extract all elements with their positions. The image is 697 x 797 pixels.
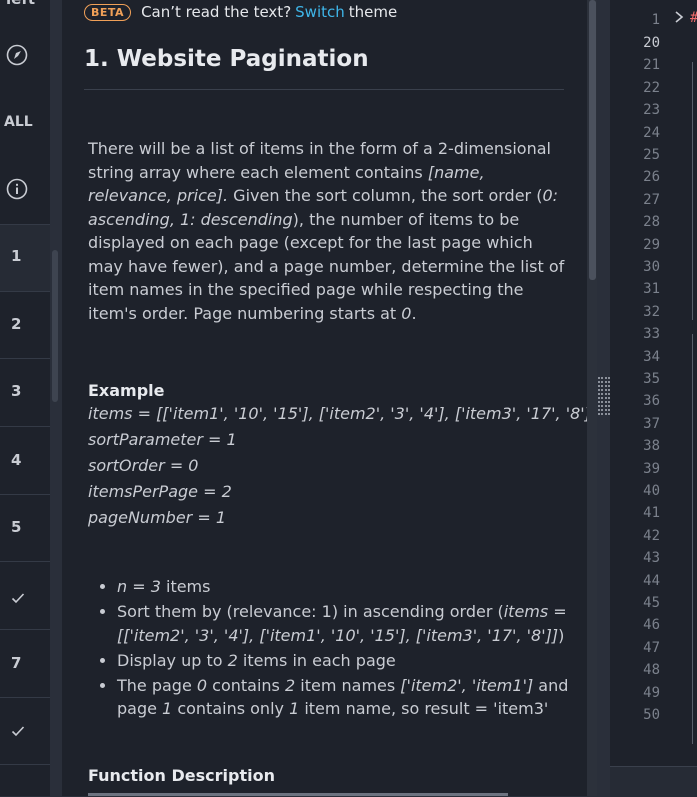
line-number: 32 (643, 303, 660, 320)
problem-statement: There will be a list of items in the for… (88, 139, 565, 323)
line-number: 42 (643, 527, 660, 544)
line-number: 27 (643, 191, 660, 208)
sidebar-divider (0, 291, 50, 292)
sidebar-divider (0, 629, 50, 630)
list-item: n = 3 items (117, 575, 587, 599)
sidebar-divider (0, 561, 50, 562)
sidebar-top-label: left (6, 0, 35, 8)
line-number: 34 (643, 348, 660, 365)
line-number: 44 (643, 572, 660, 589)
chevron-right-icon[interactable] (673, 11, 685, 23)
editor-bottom-bar (610, 766, 697, 797)
sidebar-divider (0, 358, 50, 359)
sidebar-question-3[interactable]: 3 (11, 382, 21, 400)
sidebar-question-1-active[interactable] (0, 225, 50, 291)
compass-icon[interactable] (6, 44, 28, 66)
line-number: 28 (643, 214, 660, 231)
switch-theme-link[interactable]: Switch (295, 3, 345, 21)
sidebar-divider (0, 494, 50, 495)
problem-description-panel: BETA Can’t read the text? Switch theme 1… (62, 0, 587, 796)
line-number: 41 (643, 505, 660, 522)
sidebar-divider (0, 764, 50, 765)
indent-guide (692, 62, 693, 320)
checkmark-icon[interactable] (11, 725, 25, 737)
sidebar-question-4[interactable]: 4 (11, 451, 21, 469)
line-number: 35 (643, 371, 660, 387)
line-number: 47 (643, 639, 660, 656)
example-heading: Example (88, 381, 165, 400)
problem-title: 1. Website Pagination (84, 46, 369, 72)
line-number: 21 (643, 57, 660, 74)
line-number: 43 (643, 550, 660, 567)
example-page-number: pageNumber = 1 (88, 508, 226, 527)
line-number: 22 (643, 79, 660, 96)
example-items-per-page: itemsPerPage = 2 (88, 482, 232, 501)
line-number: 36 (643, 393, 660, 410)
beta-badge: BETA (84, 3, 132, 21)
function-description-heading: Function Description (88, 766, 275, 785)
line-number: 49 (643, 684, 660, 701)
panel-scrollbar-thumb[interactable] (589, 0, 596, 280)
line-number: 46 (643, 617, 660, 634)
sidebar-all-filter[interactable]: ALL (4, 114, 33, 130)
line-number: 50 (643, 707, 660, 723)
line-number: 37 (643, 415, 660, 432)
question-sidebar: left ALL 1 2 3 4 5 7 (0, 0, 50, 796)
line-number: 24 (643, 124, 660, 141)
sidebar-question-5[interactable]: 5 (11, 518, 21, 536)
line-number: 38 (643, 438, 660, 455)
sidebar-divider (0, 426, 50, 427)
sidebar-divider (0, 697, 50, 698)
list-item: The page 0 contains 2 item names ['item2… (117, 674, 587, 721)
line-number: 33 (643, 326, 660, 343)
example-items: items = [['item1', '10', '15'], ['item2'… (88, 404, 587, 423)
line-number: 1 (651, 12, 660, 28)
line-number: 23 (643, 102, 660, 119)
banner-text-end: theme (348, 3, 398, 21)
line-number: 20 (643, 35, 660, 51)
line-number: 29 (643, 236, 660, 253)
sidebar-question-1[interactable]: 1 (11, 247, 21, 265)
title-divider (84, 89, 564, 90)
line-number: 48 (643, 662, 660, 679)
banner-text: Can’t read the text? (141, 3, 292, 21)
code-editor[interactable]: 1 20 21 22 23 24 25 26 27 28 29 30 31 32 33 34 35 36 37 38 3… (610, 0, 697, 797)
sidebar-question-7[interactable]: 7 (11, 654, 21, 672)
info-icon[interactable] (6, 178, 28, 200)
function-description-text-cutoff (88, 790, 508, 796)
line-number: 30 (643, 259, 660, 275)
theme-banner: BETA Can’t read the text? Switch theme (84, 0, 397, 24)
explanation-list: n = 3 items Sort them by (relevance: 1) … (88, 575, 587, 722)
line-number: 25 (643, 147, 660, 163)
list-item: Sort them by (relevance: 1) in ascending… (117, 600, 587, 647)
checkmark-icon[interactable] (11, 592, 25, 604)
sidebar-question-2[interactable]: 2 (11, 315, 21, 333)
example-sort-order: sortOrder = 0 (88, 456, 199, 475)
example-sort-parameter: sortParameter = 1 (88, 430, 237, 449)
indent-guide (692, 334, 693, 744)
line-number: 40 (643, 483, 660, 499)
line-number: 31 (643, 281, 660, 298)
panel-resize-handle[interactable] (597, 377, 611, 417)
line-number: 45 (643, 595, 660, 611)
line-number: 39 (643, 460, 660, 477)
line-number: 26 (643, 169, 660, 186)
sidebar-scrollbar[interactable] (52, 250, 58, 402)
list-item: Display up to 2 items in each page (117, 649, 587, 673)
code-first-char: # (690, 10, 697, 26)
